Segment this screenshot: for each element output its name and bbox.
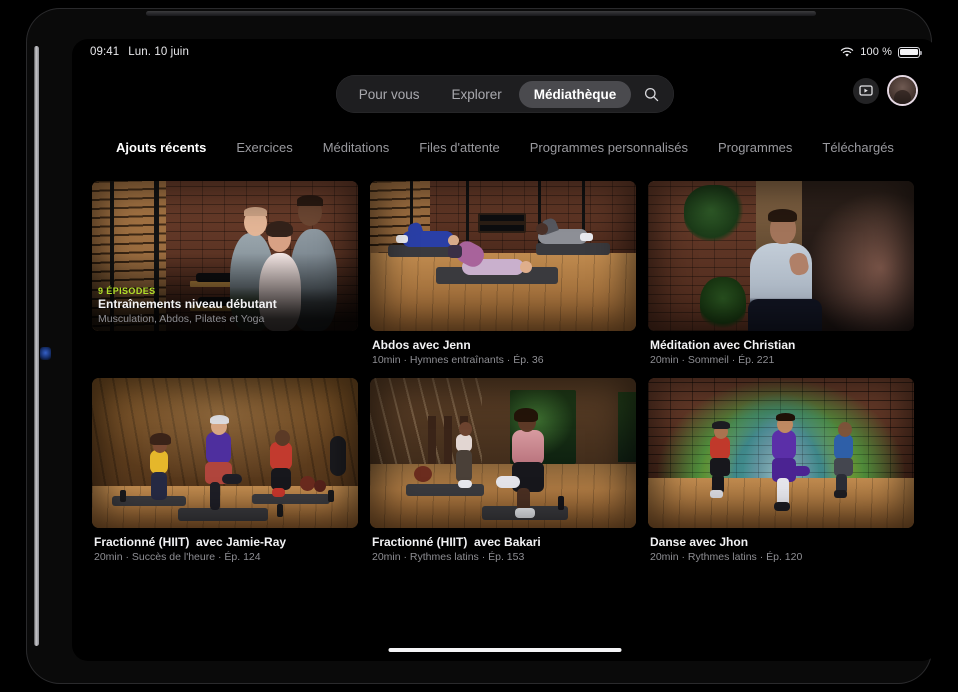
- card-title: Abdos avec Jenn: [372, 338, 471, 352]
- scene-hiit-two-people: [370, 378, 636, 528]
- segmented-control: Pour vous Explorer Médiathèque: [335, 75, 675, 113]
- battery-icon: [898, 46, 923, 58]
- card-episode-count: 9 ÉPISODES: [98, 286, 156, 296]
- tab-ajouts-recents[interactable]: Ajouts récents: [116, 140, 206, 155]
- tab-telecharges[interactable]: Téléchargés: [822, 140, 894, 155]
- tab-programmes-personnalises[interactable]: Programmes personnalisés: [530, 140, 688, 155]
- tab-meditations[interactable]: Méditations: [323, 140, 389, 155]
- card-caption: Fractionné (HIIT) avec Jamie-Ray 20min ·…: [92, 528, 358, 563]
- screenshot-root: 09:41 Lun. 10 juin 100 % Pour vous Explo…: [0, 0, 958, 692]
- battery-percent-label: 100 %: [860, 46, 892, 58]
- wifi-icon: [841, 47, 854, 57]
- scene-dance-colorful-backdrop: [648, 378, 914, 528]
- airplay-icon[interactable]: [853, 77, 879, 104]
- status-bar-right: 100 %: [840, 46, 923, 58]
- card-thumbnail[interactable]: [370, 378, 636, 528]
- card-thumbnail[interactable]: [648, 378, 914, 528]
- card-caption-overlay: 9 ÉPISODES Entraînements niveau débutant…: [92, 286, 358, 331]
- card-subtitle: 20min · Rythmes latins · Ép. 120: [650, 551, 803, 563]
- card-subtitle: 20min · Sommeil · Ép. 221: [650, 354, 775, 366]
- card-thumbnail[interactable]: [370, 181, 636, 331]
- status-bar: 09:41 Lun. 10 juin 100 %: [72, 39, 938, 65]
- card-title: Danse avec Jhon: [650, 535, 749, 549]
- card-subtitle: 20min · Succès de l'heure · Ép. 124: [94, 551, 261, 563]
- screen: 09:41 Lun. 10 juin 100 % Pour vous Explo…: [72, 39, 938, 661]
- tablet-device-frame: 09:41 Lun. 10 juin 100 % Pour vous Explo…: [26, 8, 938, 684]
- workout-card[interactable]: Fractionné (HIIT) avec Jamie-Ray 20min ·…: [92, 378, 358, 563]
- workout-card[interactable]: Abdos avec Jenn 10min · Hymnes entraînan…: [370, 181, 636, 366]
- device-side-indicator: [40, 347, 51, 360]
- nav-pill-mediatheque[interactable]: Médiathèque: [518, 80, 632, 108]
- device-left-edge: [34, 46, 39, 646]
- card-caption: Abdos avec Jenn 10min · Hymnes entraînan…: [370, 331, 636, 366]
- card-caption: Danse avec Jhon 20min · Rythmes latins ·…: [648, 528, 914, 563]
- nav-pill-pour-vous[interactable]: Pour vous: [344, 81, 435, 108]
- tab-programmes[interactable]: Programmes: [718, 140, 792, 155]
- category-tab-bar: Ajouts récents Exercices Méditations Fil…: [72, 140, 938, 155]
- tab-files-attente[interactable]: Files d'attente: [419, 140, 500, 155]
- status-bar-left: 09:41 Lun. 10 juin: [90, 46, 189, 58]
- card-title: Méditation avec Christian: [650, 338, 796, 352]
- workout-grid: 9 ÉPISODES Entraînements niveau débutant…: [92, 181, 918, 563]
- status-time: 09:41: [90, 46, 120, 58]
- tab-exercices[interactable]: Exercices: [236, 140, 292, 155]
- workout-card[interactable]: 9 ÉPISODES Entraînements niveau débutant…: [92, 181, 358, 366]
- card-subtitle: 10min · Hymnes entraînants · Ép. 36: [372, 354, 544, 366]
- status-date: Lun. 10 juin: [128, 46, 189, 58]
- scene-meditation-seated: [648, 181, 914, 331]
- card-thumbnail[interactable]: 9 ÉPISODES Entraînements niveau débutant…: [92, 181, 358, 331]
- card-title: Fractionné (HIIT) avec Jamie-Ray: [94, 535, 287, 549]
- user-avatar[interactable]: [889, 77, 916, 104]
- card-title: Fractionné (HIIT) avec Bakari: [372, 535, 541, 549]
- top-right-controls: [853, 77, 916, 104]
- card-caption: Méditation avec Christian 20min · Sommei…: [648, 331, 914, 366]
- card-thumbnail[interactable]: [648, 181, 914, 331]
- workout-card[interactable]: Fractionné (HIIT) avec Bakari 20min · Ry…: [370, 378, 636, 563]
- top-navigation: Pour vous Explorer Médiathèque: [72, 75, 938, 113]
- home-indicator[interactable]: [388, 648, 622, 652]
- card-subtitle: 20min · Rythmes latins · Ép. 153: [372, 551, 525, 563]
- card-thumbnail[interactable]: [92, 378, 358, 528]
- card-subtitle: Musculation, Abdos, Pilates et Yoga: [98, 313, 265, 325]
- search-icon[interactable]: [636, 80, 666, 108]
- device-top-edge: [146, 11, 816, 16]
- nav-pill-explorer[interactable]: Explorer: [437, 81, 517, 108]
- workout-card[interactable]: Méditation avec Christian 20min · Sommei…: [648, 181, 914, 366]
- card-caption: Fractionné (HIIT) avec Bakari 20min · Ry…: [370, 528, 636, 563]
- workout-card[interactable]: Danse avec Jhon 20min · Rythmes latins ·…: [648, 378, 914, 563]
- scene-core-class-mats: [370, 181, 636, 331]
- scene-hiit-three-people: [92, 378, 358, 528]
- card-title: Entraînements niveau débutant: [98, 297, 277, 311]
